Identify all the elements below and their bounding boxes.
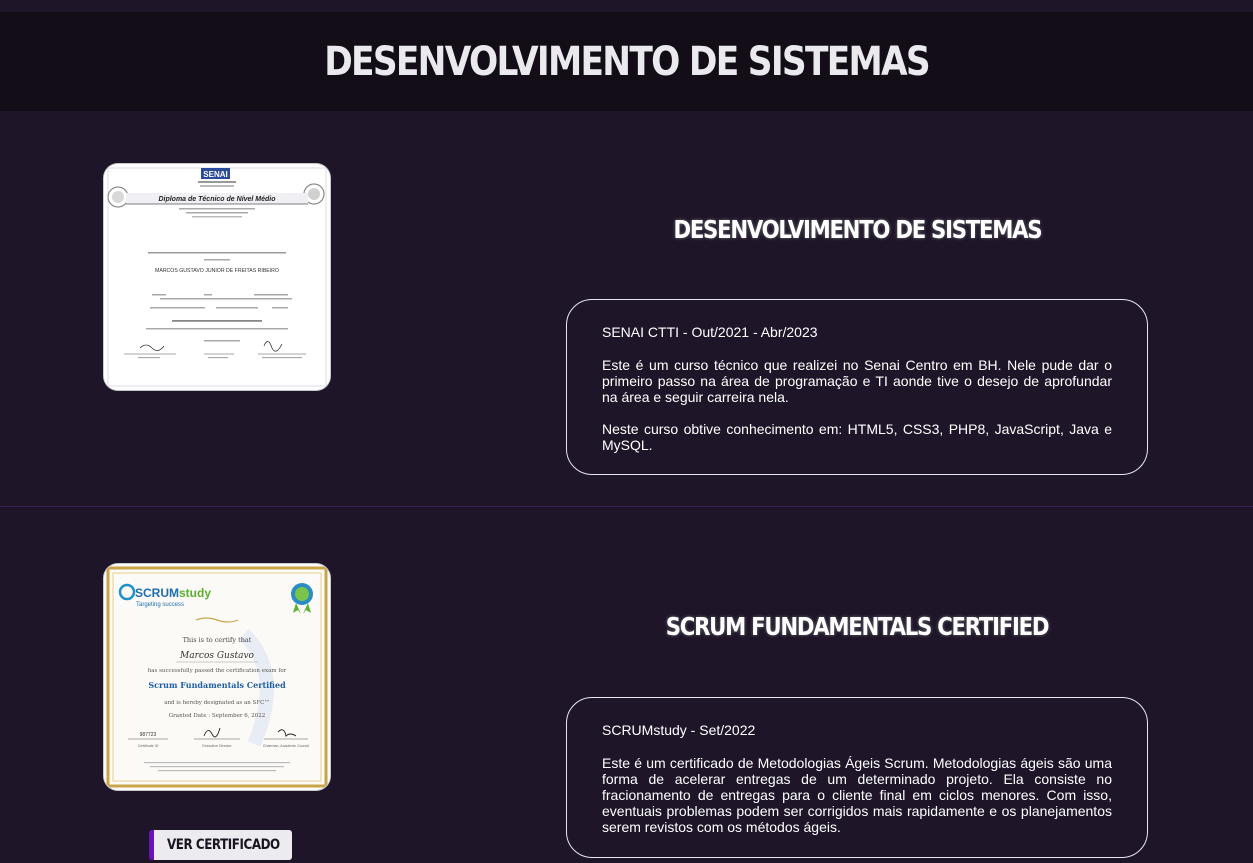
svg-text:Executive Director: Executive Director	[202, 744, 232, 748]
svg-text:Scrum Fundamentals Certified: Scrum Fundamentals Certified	[148, 680, 286, 690]
svg-text:Diploma de Técnico de Nível Mé: Diploma de Técnico de Nível Médio	[158, 196, 276, 203]
svg-text:987723: 987723	[140, 732, 157, 738]
view-certificate-label: VER CERTIFICADO	[166, 837, 280, 853]
page-title: DESENVOLVIMENTO DE SISTEMAS	[324, 38, 930, 85]
svg-text:Chairman, Academic Council: Chairman, Academic Council	[263, 744, 309, 748]
svg-text:study: study	[179, 586, 211, 600]
top-strip	[0, 0, 1253, 12]
page-header: DESENVOLVIMENTO DE SISTEMAS	[0, 12, 1253, 111]
svg-text:This is to certify that: This is to certify that	[183, 636, 252, 644]
certificate-org-date: SCRUMstudy - Set/2022	[602, 722, 756, 738]
certificate-title: SCRUM FUNDAMENTALS CERTIFIED	[665, 612, 1050, 641]
view-certificate-button[interactable]: VER CERTIFICADO	[149, 830, 292, 860]
certificate-description: Este é um certificado de Metodologias Ág…	[602, 755, 1112, 835]
certificate-skills: Neste curso obtive conhecimento em: HTML…	[602, 421, 1112, 453]
svg-text:SENAI: SENAI	[203, 170, 227, 179]
certificate-description-card: SENAI CTTI - Out/2021 - Abr/2023 Este é …	[566, 299, 1148, 475]
svg-text:MARCOS GUSTAVO JUNIOR DE FREIT: MARCOS GUSTAVO JUNIOR DE FREITAS RIBEIRO	[155, 268, 279, 274]
svg-text:Certificate ID: Certificate ID	[138, 744, 159, 748]
svg-text:Targeting success: Targeting success	[136, 602, 184, 608]
certificate-title: DESENVOLVIMENTO DE SISTEMAS	[673, 215, 1042, 244]
certificate-org-date: SENAI CTTI - Out/2021 - Abr/2023	[602, 324, 818, 340]
svg-text:Marcos Gustavo: Marcos Gustavo	[179, 651, 254, 661]
certificate-section-senai: SENAI Diploma de Técnico de Nível Médio …	[0, 111, 1253, 507]
certificate-description-card: SCRUMstudy - Set/2022 Este é um certific…	[566, 697, 1148, 858]
svg-text:Granted Date : September 6, 20: Granted Date : September 6, 2022	[169, 713, 265, 719]
senai-diploma-image: SENAI Diploma de Técnico de Nível Médio …	[104, 164, 330, 390]
svg-text:and is hereby designated as an: and is hereby designated as an SFC™	[164, 700, 270, 706]
svg-text:SCRUM: SCRUM	[135, 586, 179, 600]
certificate-section-scrum: SCRUM study Targeting success This is to…	[0, 507, 1253, 863]
scrum-certificate-image: SCRUM study Targeting success This is to…	[104, 564, 330, 790]
svg-text:has successfully passed the ce: has successfully passed the certificatio…	[148, 668, 287, 674]
certificate-description: Este é um curso técnico que realizei no …	[602, 357, 1112, 405]
